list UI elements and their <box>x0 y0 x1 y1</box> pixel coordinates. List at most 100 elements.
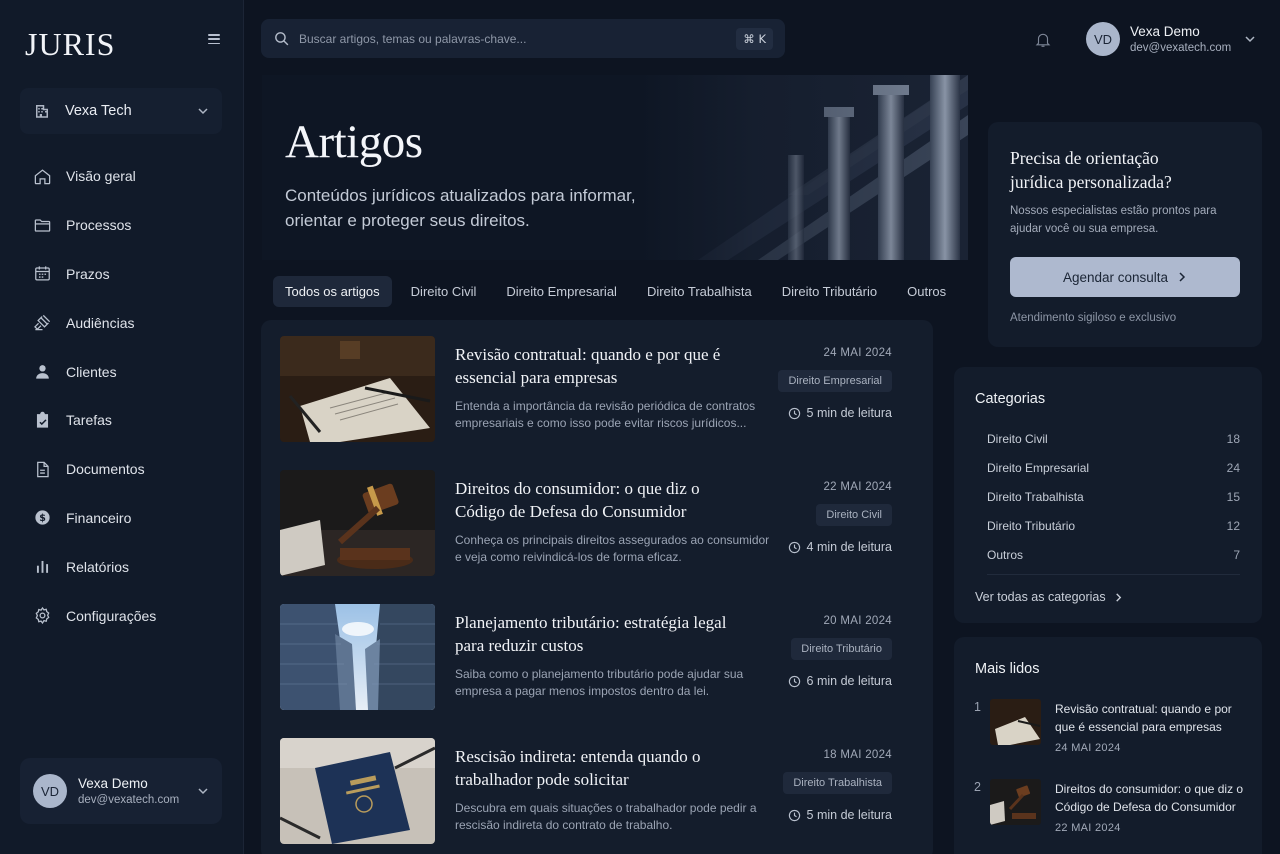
search-input[interactable] <box>299 31 737 46</box>
most-read-item[interactable]: 1 Revisão contratual: quando e por que é… <box>974 699 1244 759</box>
menu-toggle-icon[interactable] <box>206 32 222 46</box>
chevron-down-icon <box>198 788 208 795</box>
user-email: dev@vexatech.com <box>1130 42 1232 54</box>
article-thumbnail-skyscrapers <box>280 604 435 710</box>
gavel-icon <box>34 315 51 331</box>
sidebar-item-label: Prazos <box>66 265 110 282</box>
sidebar-item-label: Audiências <box>66 314 135 331</box>
most-read-item-date: 24 MAI 2024 <box>1055 742 1121 754</box>
category-badge[interactable]: Direito Trabalhista <box>783 772 892 794</box>
consultation-card: Precisa de orientação jurídica personali… <box>988 122 1262 347</box>
svg-text:$: $ <box>39 514 46 525</box>
categories-title: Categorias <box>975 391 1046 407</box>
search-bar[interactable]: ⌘ K <box>261 19 785 58</box>
category-badge[interactable]: Direito Civil <box>816 504 892 526</box>
reading-time: 6 min de leitura <box>788 674 892 688</box>
org-name: Vexa Tech <box>65 103 132 119</box>
article-thumbnail-contract <box>280 336 435 442</box>
logo[interactable]: JURIS <box>25 26 115 63</box>
link-label: Ver todas as categorias <box>975 590 1106 604</box>
category-count: 15 <box>1226 490 1240 504</box>
article-title[interactable]: Planejamento tributário: estratégia lega… <box>455 611 745 657</box>
category-count: 24 <box>1226 461 1240 475</box>
chevron-down-icon <box>1245 36 1255 43</box>
cta-text: Nossos especialistas estão prontos para … <box>1010 205 1217 235</box>
categories-card: Categorias Direito Civil 18 Direito Empr… <box>954 367 1262 623</box>
tab-direito-trabalhista[interactable]: Direito Trabalhista <box>632 276 767 307</box>
dollar-icon: $ <box>35 510 50 526</box>
category-count: 18 <box>1226 432 1240 446</box>
reading-time: 5 min de leitura <box>788 406 892 420</box>
sidebar-item-financeiro[interactable]: $ Financeiro <box>20 494 226 543</box>
sidebar-item-tarefas[interactable]: Tarefas <box>20 396 226 445</box>
chevron-down-icon <box>198 108 208 115</box>
tab-direito-civil[interactable]: Direito Civil <box>396 276 492 307</box>
article-thumbnail-work-card <box>280 738 435 844</box>
category-row[interactable]: Direito Tributário 12 <box>987 519 1240 533</box>
article-card[interactable]: Revisão contratual: quando e por que é e… <box>280 336 914 442</box>
category-badge[interactable]: Direito Tributário <box>791 638 892 660</box>
article-card[interactable]: Planejamento tributário: estratégia lega… <box>280 604 914 710</box>
clock-icon <box>788 541 800 553</box>
category-row[interactable]: Outros 7 <box>987 548 1240 562</box>
tab-outros[interactable]: Outros <box>892 276 961 307</box>
category-row[interactable]: Direito Empresarial 24 <box>987 461 1240 475</box>
category-name: Direito Trabalhista <box>987 490 1084 504</box>
tab-direito-empresarial[interactable]: Direito Empresarial <box>491 276 632 307</box>
divider <box>987 574 1240 575</box>
notification-bell-icon[interactable] <box>1034 30 1052 49</box>
most-read-item-title: Direitos do consumidor: o que diz o Códi… <box>1055 782 1244 814</box>
user-name: Vexa Demo <box>1130 24 1200 39</box>
article-title[interactable]: Revisão contratual: quando e por que é e… <box>455 343 745 389</box>
tab-direito-tributario[interactable]: Direito Tributário <box>767 276 892 307</box>
most-read-title: Mais lidos <box>975 661 1040 677</box>
tab-todos[interactable]: Todos os artigos <box>273 276 392 307</box>
search-shortcut: ⌘ K <box>736 27 773 50</box>
sidebar-item-visao-geral[interactable]: Visão geral <box>20 152 226 201</box>
avatar: VD <box>33 774 67 808</box>
header-user-menu[interactable]: VD Vexa Demo dev@vexatech.com <box>1086 21 1256 57</box>
sidebar-item-prazos[interactable]: Prazos <box>20 250 226 299</box>
user-email: dev@vexatech.com <box>78 794 180 806</box>
most-read-item-date: 22 MAI 2024 <box>1055 822 1121 834</box>
article-card[interactable]: Rescisão indireta: entenda quando o trab… <box>280 738 914 844</box>
clock-icon <box>788 809 800 821</box>
see-all-categories-link[interactable]: Ver todas as categorias <box>975 590 1123 604</box>
most-read-item-title: Revisão contratual: quando e por que é e… <box>1055 702 1232 734</box>
sidebar-item-clientes[interactable]: Clientes <box>20 347 226 396</box>
checklist-icon <box>36 411 49 428</box>
sidebar-item-audiencias[interactable]: Audiências <box>20 298 226 347</box>
article-description: Conheça os principais direitos assegurad… <box>455 533 770 564</box>
article-title[interactable]: Direitos do consumidor: o que diz o Códi… <box>455 477 745 523</box>
sidebar-item-label: Visão geral <box>66 168 136 185</box>
avatar: VD <box>1086 22 1120 56</box>
article-card[interactable]: Direitos do consumidor: o que diz o Códi… <box>280 470 914 576</box>
article-list: Revisão contratual: quando e por que é e… <box>261 320 933 854</box>
courthouse-columns-image <box>638 75 968 260</box>
reading-time: 4 min de leitura <box>788 540 892 554</box>
schedule-consultation-button[interactable]: Agendar consulta <box>1010 257 1240 297</box>
sidebar-item-configuracoes[interactable]: Configurações <box>20 591 226 640</box>
sidebar-item-documentos[interactable]: Documentos <box>20 445 226 494</box>
article-title[interactable]: Rescisão indireta: entenda quando o trab… <box>455 745 745 791</box>
sidebar-item-relatorios[interactable]: Relatórios <box>20 542 226 591</box>
article-date: 24 MAI 2024 <box>823 347 892 359</box>
sidebar-item-label: Relatórios <box>66 558 130 575</box>
article-thumbnail-gavel <box>280 470 435 576</box>
sidebar-user-menu[interactable]: VD Vexa Demo dev@vexatech.com <box>20 758 222 824</box>
hero-banner: Artigos Conteúdos jurídicos atualizados … <box>262 75 968 260</box>
org-switcher[interactable]: Vexa Tech <box>20 88 222 134</box>
sidebar: JURIS Vexa Tech Visão geral Processos Pr… <box>0 0 244 854</box>
user-info: Vexa Demo dev@vexatech.com <box>78 776 197 806</box>
category-row[interactable]: Direito Civil 18 <box>987 432 1240 446</box>
rank-number: 2 <box>974 780 981 794</box>
sidebar-item-processos[interactable]: Processos <box>20 201 226 250</box>
most-read-item[interactable]: 2 Direitos do consumidor: o que diz o Có… <box>974 779 1244 839</box>
category-row[interactable]: Direito Trabalhista 15 <box>987 490 1240 504</box>
clock-icon <box>788 407 800 419</box>
document-icon <box>37 461 49 477</box>
sidebar-item-label: Financeiro <box>66 509 132 526</box>
category-badge[interactable]: Direito Empresarial <box>778 370 892 392</box>
user-info: Vexa Demo dev@vexatech.com <box>1130 24 1244 54</box>
article-description: Saiba como o planejamento tributário pod… <box>455 667 744 698</box>
